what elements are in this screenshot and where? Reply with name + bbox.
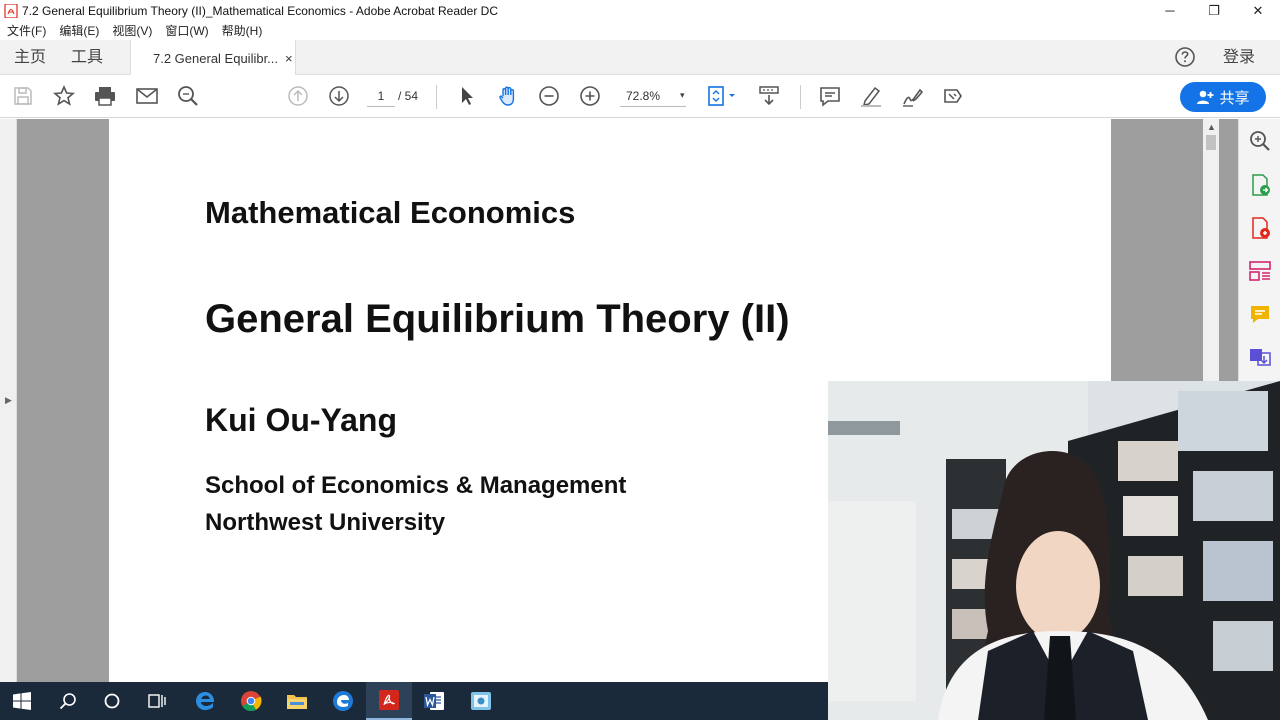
- left-nav-gutter[interactable]: ▶: [0, 119, 17, 682]
- menu-bar: 文件(F) 编辑(E) 视图(V) 窗口(W) 帮助(H): [0, 21, 1280, 40]
- presenter-video-frame: [828, 381, 1280, 720]
- edge-alt-icon[interactable]: [331, 689, 355, 713]
- edge-icon[interactable]: [193, 689, 217, 713]
- add-user-icon: [1197, 90, 1214, 104]
- zoom-out-icon[interactable]: [537, 84, 561, 108]
- cortana-icon[interactable]: [100, 689, 124, 713]
- sign-icon[interactable]: [900, 84, 924, 108]
- zoom-search-icon[interactable]: [1248, 129, 1272, 153]
- highlight-icon[interactable]: [859, 84, 883, 108]
- taskbar-search-icon[interactable]: [56, 689, 80, 713]
- zoom-value: 72.8%: [626, 88, 661, 103]
- close-window-button[interactable]: ✕: [1236, 0, 1280, 21]
- title-bar: 7.2 General Equilibrium Theory (II)_Math…: [0, 0, 1280, 21]
- lecture-title: General Equilibrium Theory (II): [205, 297, 790, 341]
- tab-document[interactable]: 7.2 General Equilibr... ×: [130, 40, 296, 76]
- menu-file[interactable]: 文件(F): [7, 22, 46, 39]
- email-icon[interactable]: [135, 84, 159, 108]
- chevron-down-icon: ▾: [680, 90, 685, 100]
- scrollbar-thumb[interactable]: [1206, 135, 1216, 150]
- tab-home[interactable]: 主页: [14, 40, 46, 75]
- login-button[interactable]: 登录: [1223, 40, 1255, 75]
- file-explorer-icon[interactable]: [285, 689, 309, 713]
- toolbar-divider: [436, 85, 437, 109]
- author-name: Kui Ou-Yang: [205, 402, 397, 438]
- comment-note-icon[interactable]: [1248, 302, 1272, 326]
- page-total: / 54: [398, 89, 419, 103]
- comment-icon[interactable]: [818, 84, 842, 108]
- tab-close-button[interactable]: ×: [285, 51, 293, 66]
- menu-window[interactable]: 窗口(W): [165, 22, 208, 39]
- taskbar: [0, 682, 828, 720]
- task-view-icon[interactable]: [145, 689, 169, 713]
- scroll-up-icon[interactable]: ▲: [1207, 122, 1216, 132]
- tab-tools[interactable]: 工具: [71, 40, 103, 75]
- minimize-button[interactable]: ─: [1148, 0, 1192, 21]
- select-cursor-icon[interactable]: [455, 84, 479, 108]
- university-name: Northwest University: [205, 509, 446, 536]
- webcam-video-overlay: [828, 381, 1280, 720]
- zoom-select[interactable]: 72.8% ▾: [620, 85, 686, 107]
- export-pdf-icon[interactable]: [1248, 173, 1272, 197]
- tab-document-label: 7.2 General Equilibr...: [153, 50, 279, 66]
- page-number-input[interactable]: 1: [367, 85, 395, 107]
- organize-pages-icon[interactable]: [1248, 259, 1272, 283]
- fit-page-icon[interactable]: [705, 84, 739, 108]
- windows-start-icon[interactable]: [10, 689, 34, 713]
- course-title: Mathematical Economics: [205, 195, 576, 230]
- save-icon[interactable]: [11, 84, 35, 108]
- word-icon[interactable]: [422, 689, 446, 713]
- bookmark-star-icon[interactable]: [52, 84, 76, 108]
- screen-recorder-icon[interactable]: [469, 689, 493, 713]
- toolbar-divider: [800, 85, 801, 109]
- menu-view[interactable]: 视图(V): [112, 22, 152, 39]
- window-title: 7.2 General Equilibrium Theory (II)_Math…: [22, 3, 498, 18]
- zoom-in-icon[interactable]: [578, 84, 602, 108]
- print-icon[interactable]: [93, 84, 117, 108]
- menu-edit[interactable]: 编辑(E): [59, 22, 99, 39]
- page-up-icon[interactable]: [286, 84, 310, 108]
- create-pdf-icon[interactable]: [1248, 216, 1272, 240]
- tab-bar: 主页 工具 7.2 General Equilibr... × 登录: [0, 40, 1280, 76]
- scroll-mode-icon[interactable]: [757, 84, 781, 108]
- more-tools-icon[interactable]: [941, 84, 965, 108]
- share-button-label: 共享: [1219, 89, 1250, 107]
- toolbar: 1 / 54 72.8% ▾ 共享: [0, 75, 1280, 118]
- acrobat-app-icon: [4, 3, 18, 18]
- school-name: School of Economics & Management: [205, 472, 627, 499]
- restore-button[interactable]: ❐: [1192, 0, 1236, 21]
- chrome-icon[interactable]: [239, 689, 263, 713]
- expand-pane-icon[interactable]: ▶: [5, 395, 12, 406]
- send-for-review-icon[interactable]: [1248, 345, 1272, 369]
- page-down-icon[interactable]: [327, 84, 351, 108]
- menu-help[interactable]: 帮助(H): [222, 22, 263, 39]
- acrobat-icon[interactable]: [366, 682, 412, 720]
- search-icon[interactable]: [176, 84, 200, 108]
- help-icon[interactable]: [1174, 46, 1196, 68]
- share-button[interactable]: 共享: [1180, 82, 1266, 112]
- hand-tool-icon[interactable]: [496, 84, 520, 108]
